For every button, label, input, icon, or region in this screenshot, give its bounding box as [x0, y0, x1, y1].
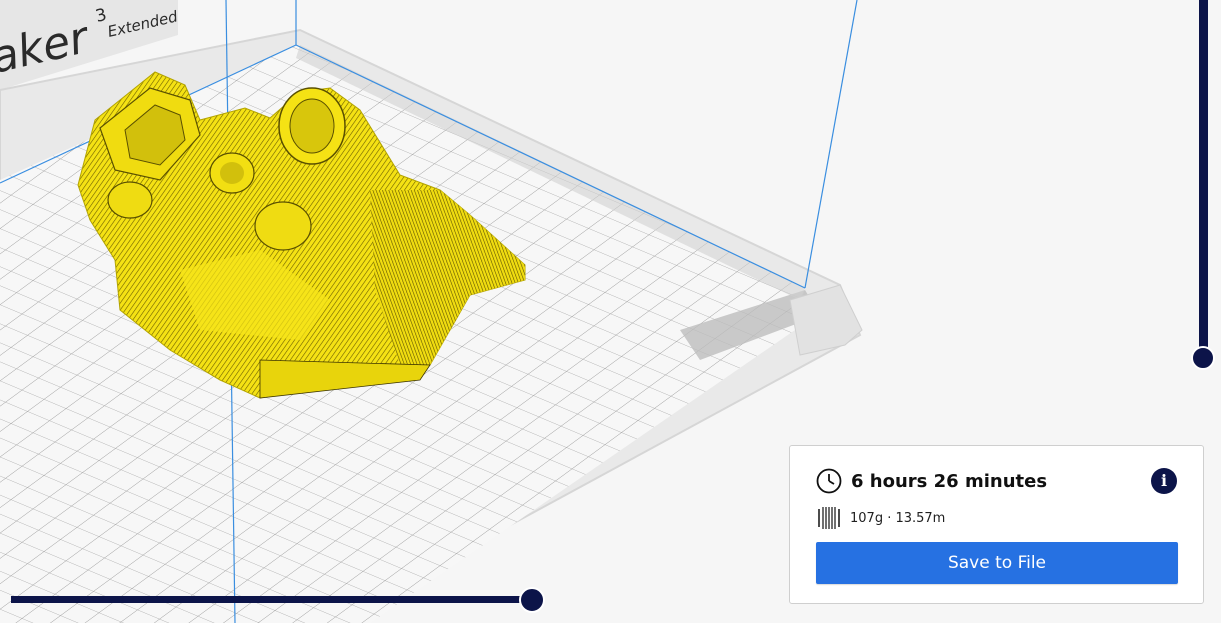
path-slider-handle[interactable] — [519, 587, 545, 613]
print-time-text: 6 hours 26 minutes — [851, 470, 1048, 492]
clock-icon — [816, 468, 842, 494]
print-output-panel: 6 hours 26 minutes i 107g · 13.57m Save … — [789, 445, 1204, 604]
path-slider-track[interactable] — [11, 596, 533, 603]
save-to-file-button[interactable]: Save to File — [816, 542, 1178, 584]
layer-slider-handle[interactable] — [1191, 346, 1215, 370]
filament-spool-icon — [818, 507, 840, 529]
info-icon[interactable]: i — [1151, 468, 1177, 494]
print-time-row: 6 hours 26 minutes — [816, 468, 1047, 494]
material-usage-text: 107g · 13.57m — [850, 510, 946, 526]
3d-viewport[interactable]: aker 3 Extended 6 hours 26 minutes i 107… — [0, 0, 1221, 623]
material-usage-row: 107g · 13.57m — [818, 506, 945, 530]
layer-slider-track[interactable] — [1199, 0, 1208, 357]
